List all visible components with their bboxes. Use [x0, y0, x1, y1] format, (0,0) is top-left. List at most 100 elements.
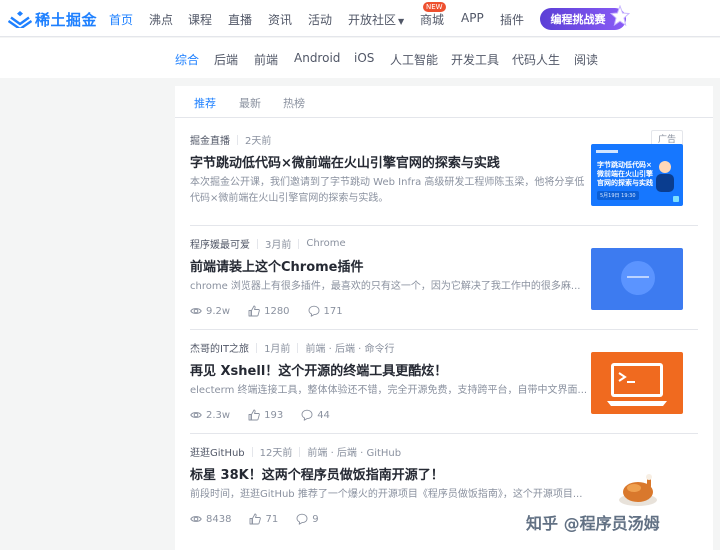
nav-item-events[interactable]: 活动	[308, 11, 332, 28]
eye-icon	[190, 308, 202, 314]
nav-item-open-community[interactable]: 开放社区 ▼	[348, 11, 404, 28]
thumb-up-icon	[248, 409, 260, 421]
tab-latest[interactable]: 最新	[239, 95, 261, 111]
nav-item-app[interactable]: APP	[461, 11, 484, 25]
article-author[interactable]: 掘金直播	[190, 132, 230, 147]
category-ai[interactable]: 人工智能	[390, 51, 438, 68]
promo-label: 编程挑战赛	[550, 13, 606, 26]
like-count-value: 1280	[264, 305, 290, 317]
article-tags[interactable]: 前端 · 后端 · GitHub	[307, 444, 401, 459]
brand-logo[interactable]: 稀土掘金	[8, 9, 97, 29]
brand-name: 稀土掘金	[35, 10, 98, 29]
promo-banner-button[interactable]: 编程挑战赛	[540, 5, 630, 30]
meta-divider	[256, 342, 258, 353]
eye-icon	[190, 516, 202, 522]
article-item[interactable]: 掘金直播 2天前 广告 字节跳动低代码×微前端在火山引擎官网的探索与实践 本次掘…	[190, 122, 698, 226]
article-stats: 2.3w 193 44	[190, 409, 348, 421]
comment-count-value: 171	[323, 305, 343, 317]
nav-item-courses[interactable]: 课程	[188, 11, 212, 28]
meta-divider	[237, 134, 238, 145]
comment-count-value: 9	[312, 513, 319, 525]
article-meta: 杰哥的IT之旅 1月前 前端 · 后端 · 命令行	[190, 340, 395, 355]
view-count-value: 9.2w	[206, 305, 231, 317]
article-author[interactable]: 杰哥的IT之旅	[190, 340, 249, 355]
article-title[interactable]: 字节跳动低代码×微前端在火山引擎官网的探索与实践	[190, 152, 500, 171]
article-stats: 8438 71 9	[190, 513, 337, 525]
category-backend[interactable]: 后端	[214, 51, 238, 68]
comment-count[interactable]: 44	[301, 409, 330, 421]
article-time: 2天前	[245, 136, 272, 147]
article-title[interactable]: 标星 38K！这两个程序员做饭指南开源了！	[190, 464, 444, 483]
chevron-down-icon: ▼	[398, 17, 405, 26]
like-count-value: 193	[264, 409, 284, 421]
thumb-logo-bar	[596, 150, 618, 153]
category-frontend[interactable]: 前端	[254, 51, 278, 68]
thumb-circle	[621, 261, 655, 295]
roast-chicken-icon	[619, 474, 657, 506]
eye-icon	[190, 412, 202, 418]
article-tags[interactable]: Chrome	[306, 238, 345, 249]
article-meta: 逛逛GitHub 12天前 前端 · 后端 · GitHub	[190, 444, 401, 459]
like-count[interactable]: 71	[249, 513, 278, 525]
watermark: 知乎 @程序员汤姆	[526, 514, 660, 533]
meta-divider	[251, 446, 253, 457]
nav-item-shop[interactable]: 商城	[420, 11, 444, 28]
nav-item-open-community-label: 开放社区	[348, 13, 397, 27]
article-thumbnail[interactable]	[591, 456, 683, 518]
nav-item-plugins[interactable]: 插件	[500, 11, 524, 28]
category-ios[interactable]: iOS	[354, 51, 374, 65]
thumb-line	[627, 276, 649, 278]
meta-divider	[299, 446, 301, 457]
article-stats: 9.2w 1280 171	[190, 305, 361, 317]
thumb-up-icon	[250, 513, 262, 525]
view-count: 9.2w	[190, 305, 230, 317]
article-thumbnail[interactable]: 字节跳动低代码×微前端在火山引擎官网的探索与实践 5月19日 19:30	[591, 144, 683, 206]
category-code-life[interactable]: 代码人生	[512, 51, 560, 68]
article-title[interactable]: 再见 Xshell！这个开源的终端工具更酷炫！	[190, 360, 447, 379]
meta-divider	[257, 238, 258, 249]
article-summary: 前段时间，逛逛GitHub 推荐了一个爆火的开源项目《程序员做饭指南》，这个开源…	[190, 489, 583, 500]
article-title[interactable]: 前端请装上这个Chrome插件	[190, 256, 364, 275]
like-count[interactable]: 1280	[248, 305, 290, 317]
article-author[interactable]: 程序媛最可爱	[190, 236, 250, 251]
feed-tabs: 推荐 最新 热榜	[175, 86, 713, 118]
article-meta: 程序媛最可爱 3月前 Chrome	[190, 236, 346, 251]
article-time: 12天前	[259, 448, 293, 459]
nav-item-live[interactable]: 直播	[228, 11, 252, 28]
nav-item-pins[interactable]: 沸点	[149, 11, 173, 28]
article-summary: electerm 终端连接工具，整体体验还不错，完全开源免费，支持跨平台，自带中…	[190, 385, 588, 396]
article-thumbnail[interactable]	[591, 352, 683, 414]
comment-count[interactable]: 9	[296, 513, 319, 525]
category-all[interactable]: 综合	[175, 51, 199, 68]
category-dev-tools[interactable]: 开发工具	[451, 51, 499, 68]
new-badge: NEW	[423, 2, 446, 12]
category-reading[interactable]: 阅读	[574, 51, 598, 68]
meta-divider	[297, 342, 299, 353]
article-time: 3月前	[265, 240, 292, 251]
nav-item-home[interactable]: 首页	[109, 11, 133, 28]
like-count[interactable]: 193	[248, 409, 283, 421]
article-feed: 推荐 最新 热榜 掘金直播 2天前 广告 字节跳动低代码×微前端在火山引擎官网的…	[175, 86, 713, 550]
nav-item-news[interactable]: 资讯	[268, 11, 292, 28]
article-time: 1月前	[264, 344, 291, 355]
article-thumbnail[interactable]	[591, 248, 683, 310]
category-android[interactable]: Android	[294, 51, 340, 65]
article-item[interactable]: 程序媛最可爱 3月前 Chrome 前端请装上这个Chrome插件 chrome…	[190, 226, 698, 330]
comment-icon	[308, 305, 319, 317]
tab-hot[interactable]: 热榜	[283, 95, 305, 111]
article-item[interactable]: 杰哥的IT之旅 1月前 前端 · 后端 · 命令行 再见 Xshell！这个开源…	[190, 330, 698, 434]
article-meta: 掘金直播 2天前	[190, 132, 271, 147]
view-count-value: 2.3w	[206, 409, 231, 421]
thumb-decoration	[673, 196, 679, 202]
article-author[interactable]: 逛逛GitHub	[190, 444, 245, 459]
top-nav: 稀土掘金 首页 沸点 课程 直播 资讯 活动 开放社区 ▼ 商城 NEW APP …	[0, 0, 720, 37]
comment-count[interactable]: 171	[308, 305, 343, 317]
comment-count-value: 44	[317, 409, 330, 421]
article-tags[interactable]: 前端 · 后端 · 命令行	[305, 340, 394, 355]
view-count-value: 8438	[206, 513, 232, 525]
tab-recommended[interactable]: 推荐	[194, 95, 216, 111]
terminal-icon	[607, 363, 667, 406]
meta-divider	[298, 238, 300, 249]
category-bar: 综合 后端 前端 Android iOS 人工智能 开发工具 代码人生 阅读	[0, 38, 720, 78]
comment-icon	[296, 513, 308, 525]
